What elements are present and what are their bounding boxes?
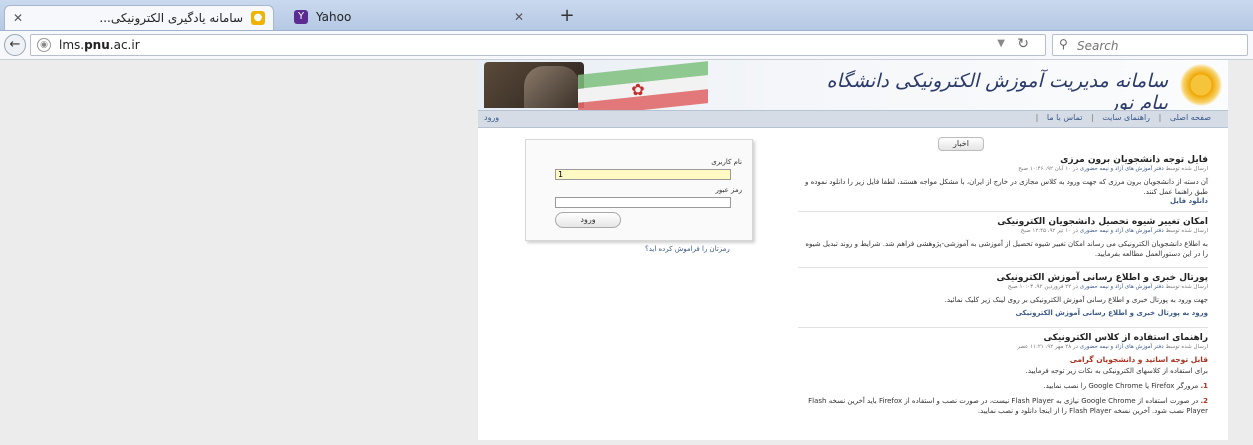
- site-title: سامانه مدیریت آموزش الکترونیکی دانشگاه پ…: [826, 70, 1168, 110]
- search-icon: ⚲: [1059, 37, 1068, 51]
- nav-item-contact[interactable]: تماس با ما: [1047, 113, 1083, 122]
- divider: [798, 327, 1208, 328]
- news-item: راهنمای استفاده از کلاس الکترونیکی ارسال…: [798, 333, 1208, 416]
- back-arrow-icon[interactable]: ←: [4, 34, 26, 56]
- news-meta: ارسال شده توسط دفتر آموزش های آزاد و نیم…: [1018, 166, 1208, 172]
- news-subhead: قابل توجه اساتید و دانشجویان گرامی: [1069, 355, 1208, 364]
- news-list: فایل توجه دانشجویان برون مرزی ارسال شده …: [798, 155, 1208, 445]
- password-label: رمز عبور: [715, 186, 742, 194]
- news-header: اخبار: [938, 137, 984, 151]
- close-tab-icon[interactable]: ✕: [13, 6, 23, 30]
- news-title[interactable]: راهنمای استفاده از کلاس الکترونیکی: [798, 333, 1208, 343]
- new-tab-icon[interactable]: +: [556, 4, 578, 28]
- password-input[interactable]: [555, 197, 731, 208]
- nav-item-home[interactable]: صفحه اصلی: [1170, 113, 1211, 122]
- login-form: نام کاربری رمز عبور ورود: [525, 139, 753, 241]
- chevron-down-icon[interactable]: ▼: [997, 38, 1005, 49]
- news-body: آن دسته از دانشجویان برون مرزی که جهت ور…: [805, 178, 1208, 196]
- nav-login-link[interactable]: ورود: [484, 113, 499, 122]
- tab-title: سامانه یادگیری الکترونیکی...: [99, 11, 243, 25]
- nav-menu: صفحه اصلی | راهنمای سایت | تماس با ما |: [1035, 113, 1211, 122]
- news-title[interactable]: پورتال خبری و اطلاع رسانی آموزش الکترونی…: [798, 273, 1208, 283]
- news-meta: ارسال شده توسط دفتر آموزش های آزاد و نیم…: [1017, 344, 1208, 350]
- yahoo-favicon-icon: Y: [294, 10, 308, 24]
- browser-nav-bar: ← ◉ lms.pnu.ac.ir ▼ ↻ ⚲: [0, 31, 1253, 60]
- news-step: 1. مرورگر Firefox یا Google Chrome را نص…: [1043, 382, 1208, 390]
- nav-item-guide[interactable]: راهنمای سایت: [1102, 113, 1150, 122]
- flag-emblem-icon: ✿: [631, 80, 645, 99]
- globe-icon: ◉: [37, 38, 51, 52]
- close-tab-icon[interactable]: ✕: [514, 5, 524, 29]
- reload-icon[interactable]: ↻: [1017, 36, 1029, 52]
- news-meta: ارسال شده توسط دفتر آموزش های آزاد و نیم…: [1020, 228, 1208, 234]
- forgot-password-link[interactable]: رمزتان را فراموش کرده اید؟: [645, 245, 730, 253]
- tab-title: Yahoo: [316, 10, 352, 24]
- login-button[interactable]: ورود: [555, 212, 621, 228]
- tab-lms[interactable]: ● سامانه یادگیری الکترونیکی... ✕: [4, 5, 274, 30]
- username-label: نام کاربری: [711, 158, 742, 166]
- news-title[interactable]: فایل توجه دانشجویان برون مرزی: [798, 155, 1208, 165]
- news-link[interactable]: ورود به پورتال خبری و اطلاع رسانی آموزش …: [798, 309, 1208, 317]
- university-logo: [1180, 64, 1222, 106]
- news-item: پورتال خبری و اطلاع رسانی آموزش الکترونی…: [798, 273, 1208, 317]
- news-title[interactable]: امکان تغییر شیوه تحصیل دانشجویان الکترون…: [798, 217, 1208, 227]
- favicon-icon: ●: [251, 11, 265, 25]
- search-bar[interactable]: ⚲: [1052, 34, 1248, 56]
- url-bar[interactable]: ◉ lms.pnu.ac.ir ▼ ↻: [30, 34, 1046, 56]
- site-banner: ✿ سامانه مدیریت آموزش الکترونیکی دانشگاه…: [478, 60, 1228, 110]
- news-link[interactable]: دانلود فایل: [798, 197, 1208, 205]
- leader-portraits: [484, 62, 584, 108]
- news-step: 2. در صورت استفاده از Google Chrome نیاز…: [808, 397, 1208, 415]
- divider: [798, 267, 1208, 268]
- url-text: lms.pnu.ac.ir: [59, 38, 140, 52]
- news-body: به اطلاع دانشجویان الکترونیکی می رساند ا…: [805, 240, 1208, 258]
- news-meta: ارسال شده توسط دفتر آموزش های آزاد و نیم…: [1007, 284, 1208, 290]
- tab-yahoo[interactable]: Y Yahoo ✕: [286, 5, 548, 30]
- browser-tab-bar: ● سامانه یادگیری الکترونیکی... ✕ Y Yahoo…: [0, 0, 1253, 31]
- page-content: ✿ سامانه مدیریت آموزش الکترونیکی دانشگاه…: [478, 60, 1228, 440]
- news-item: امکان تغییر شیوه تحصیل دانشجویان الکترون…: [798, 217, 1208, 259]
- divider: [798, 211, 1208, 212]
- search-input[interactable]: [1075, 37, 1247, 55]
- news-body: جهت ورود به پورتال خبری و اطلاع رسانی آم…: [944, 296, 1208, 304]
- news-body: برای استفاده از کلاسهای الکترونیکی به نک…: [1025, 367, 1208, 375]
- news-item: فایل توجه دانشجویان برون مرزی ارسال شده …: [798, 155, 1208, 205]
- username-input[interactable]: [555, 169, 731, 180]
- site-nav: ورود صفحه اصلی | راهنمای سایت | تماس با …: [478, 110, 1228, 128]
